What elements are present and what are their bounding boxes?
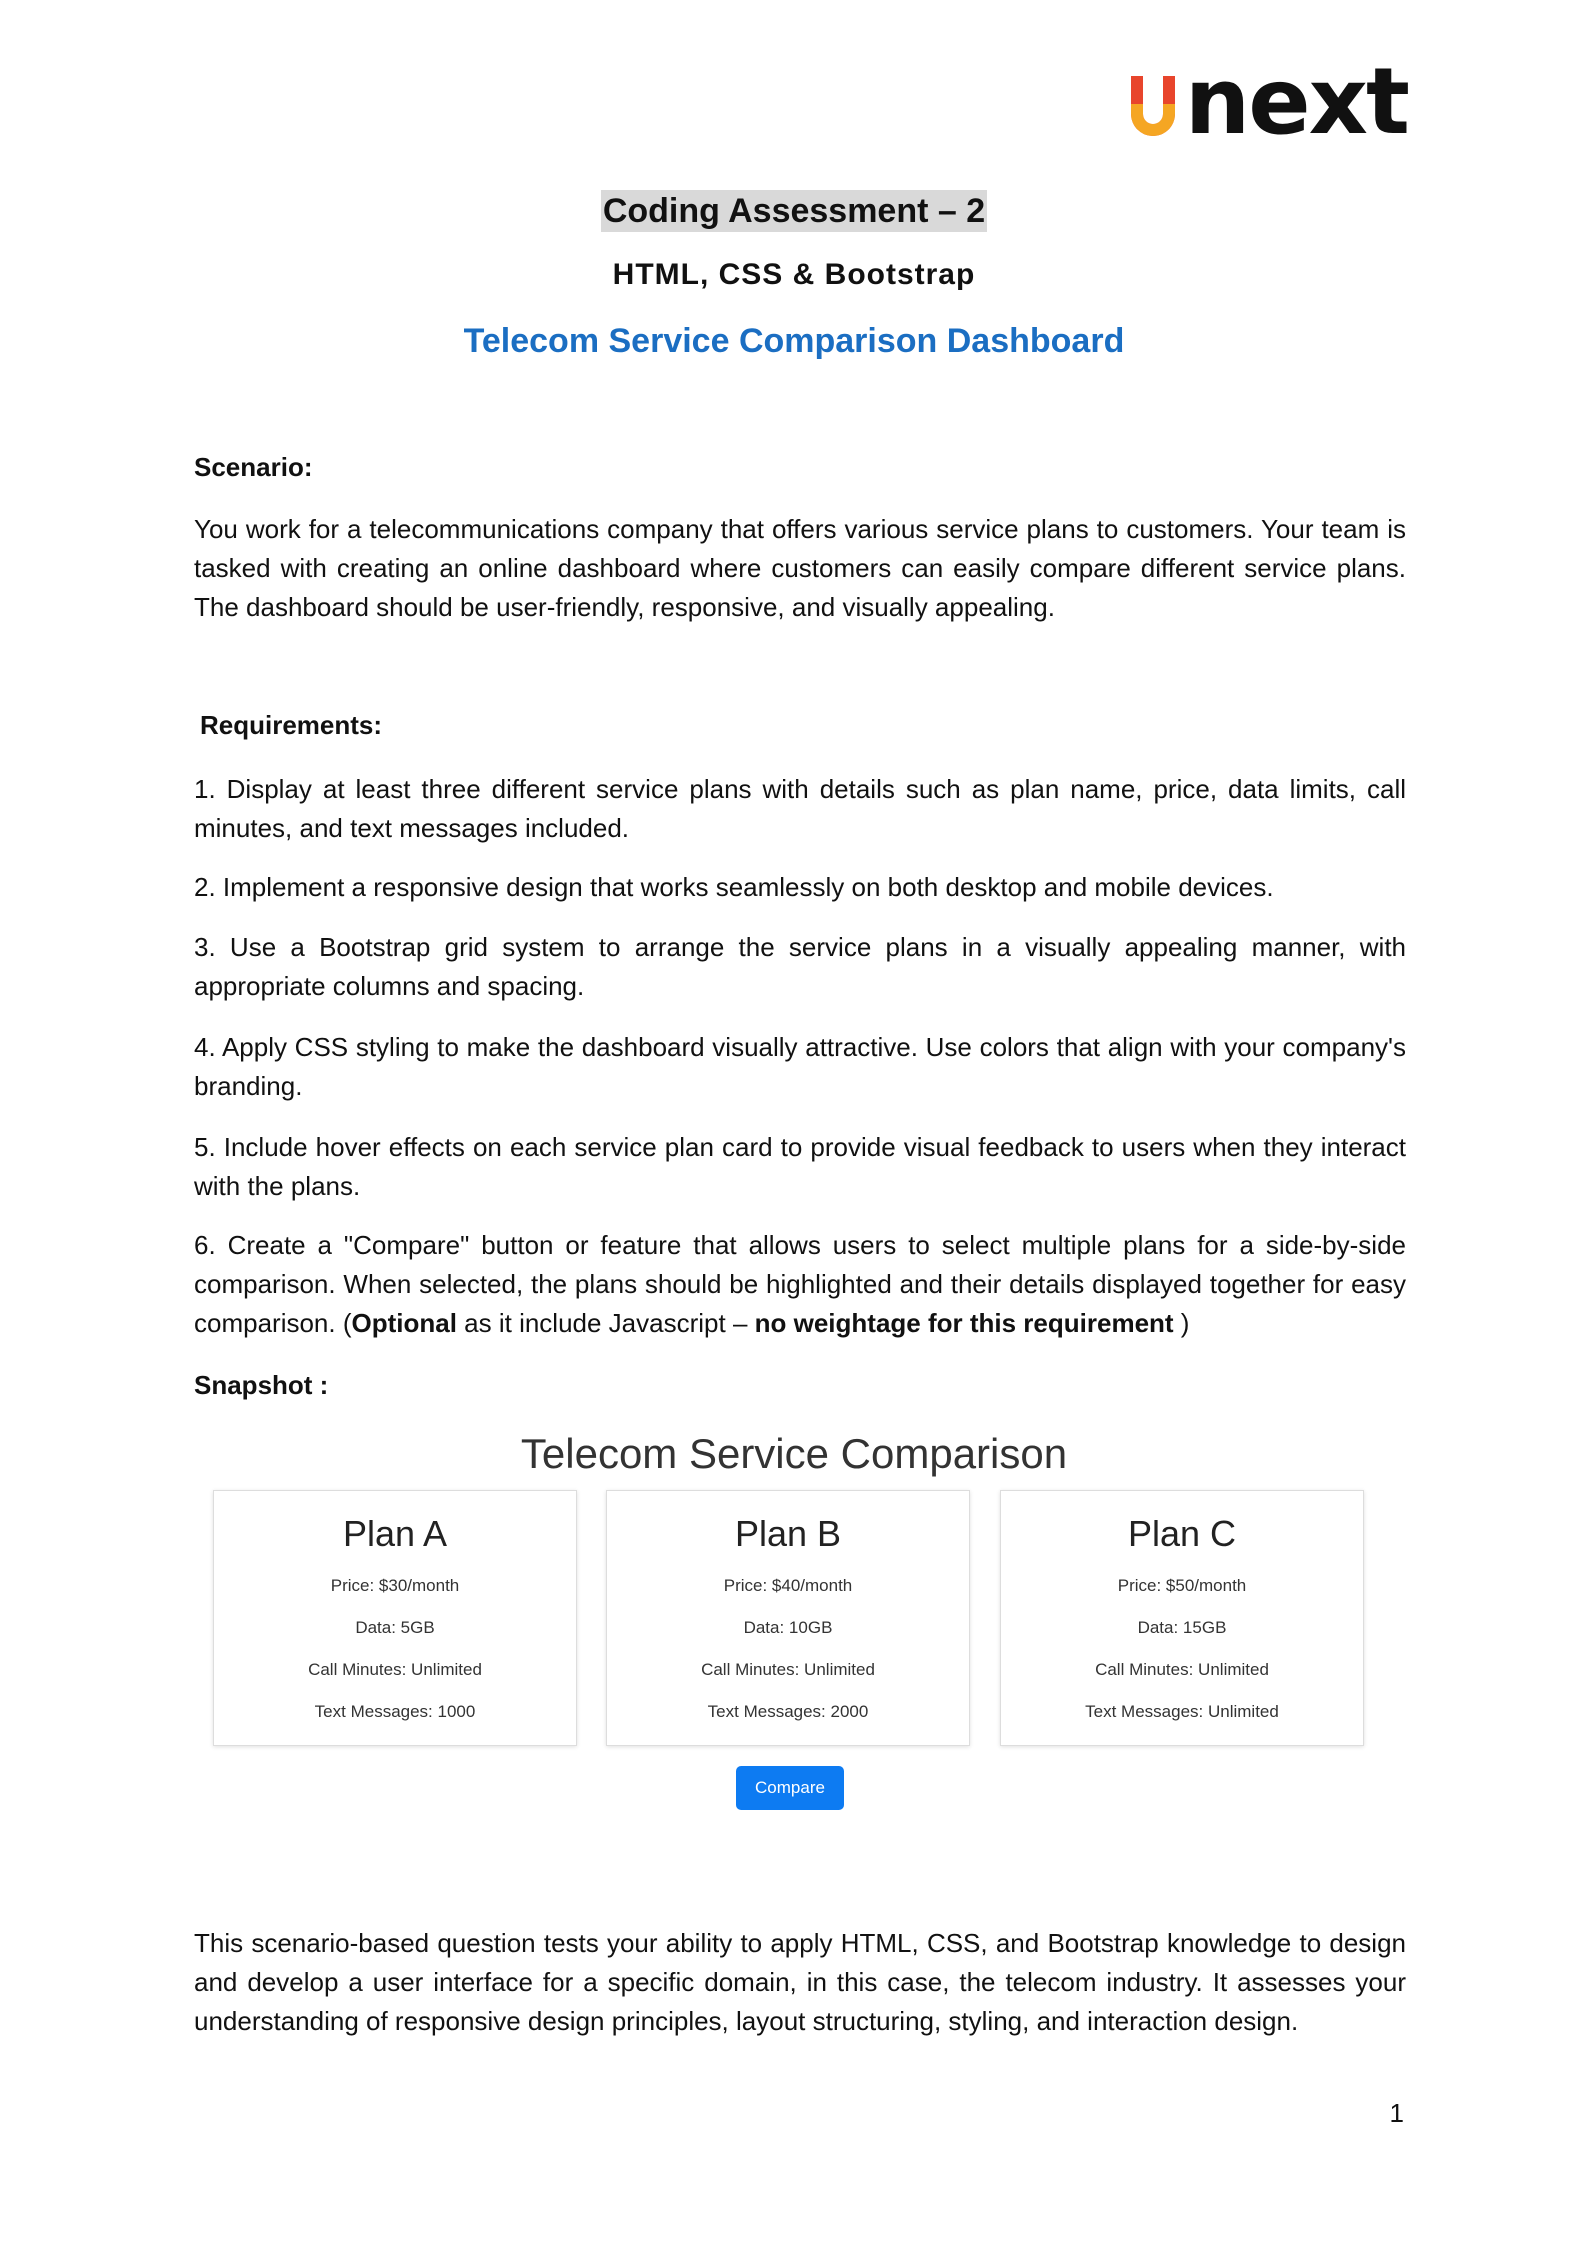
logo-text: next <box>1184 48 1410 155</box>
req6-optional: Optional <box>351 1308 457 1338</box>
requirement-2: 2. Implement a responsive design that wo… <box>194 872 1274 902</box>
page-number: 1 <box>1389 2098 1404 2128</box>
scenario-text: You work for a telecommunications compan… <box>194 514 1406 622</box>
req6-middle: as it include Javascript – <box>456 1308 755 1338</box>
plan-card[interactable]: Plan B Price: $40/month Data: 10GB Call … <box>606 1490 970 1746</box>
plan-calls: Call Minutes: Unlimited <box>1095 1660 1269 1679</box>
requirements-label: Requirements: <box>200 710 383 740</box>
plan-card[interactable]: Plan C Price: $50/month Data: 15GB Call … <box>1000 1490 1364 1746</box>
compare-button[interactable]: Compare <box>736 1766 844 1810</box>
plan-price: Price: $40/month <box>723 1576 853 1595</box>
plan-texts: Text Messages: Unlimited <box>1085 1702 1279 1721</box>
plan-data: Data: 10GB <box>743 1618 833 1637</box>
plan-calls: Call Minutes: Unlimited <box>701 1660 875 1679</box>
plan-name: Plan C <box>1127 1513 1237 1554</box>
plan-name: Plan A <box>342 1513 448 1554</box>
requirement-1: 1. Display at least three different serv… <box>194 774 1406 843</box>
plan-texts: Text Messages: 1000 <box>314 1702 476 1721</box>
plan-price: Price: $30/month <box>330 1576 460 1595</box>
requirement-3: 3. Use a Bootstrap grid system to arrang… <box>194 932 1406 1001</box>
plan-data: Data: 15GB <box>1137 1618 1227 1637</box>
closing-text: This scenario-based question tests your … <box>194 1928 1406 2036</box>
unext-logo: next <box>1129 48 1410 155</box>
req6-end: ) <box>1173 1308 1190 1338</box>
plan-card[interactable]: Plan A Price: $30/month Data: 5GB Call M… <box>213 1490 577 1746</box>
snapshot-label: Snapshot : <box>194 1370 329 1400</box>
doc-subtitle: HTML, CSS & Bootstrap <box>612 258 976 291</box>
req6-no-weightage: no weightage for this requirement <box>754 1308 1174 1338</box>
doc-title: Coding Assessment – 2 <box>600 190 988 232</box>
plan-texts: Text Messages: 2000 <box>707 1702 869 1721</box>
plan-data: Data: 5GB <box>355 1618 435 1637</box>
plan-price: Price: $50/month <box>1117 1576 1247 1595</box>
requirement-6: 6. Create a "Compare" button or feature … <box>194 1226 1406 1343</box>
doc-heading: Telecom Service Comparison Dashboard <box>463 322 1125 360</box>
unext-u-icon <box>1129 74 1177 136</box>
snapshot-title: Telecom Service Comparison <box>520 1430 1068 1477</box>
requirement-5: 5. Include hover effects on each service… <box>194 1132 1406 1201</box>
scenario-label: Scenario: <box>194 452 313 482</box>
plan-calls: Call Minutes: Unlimited <box>308 1660 482 1679</box>
plan-name: Plan B <box>734 1513 842 1554</box>
requirement-4: 4. Apply CSS styling to make the dashboa… <box>194 1032 1406 1101</box>
